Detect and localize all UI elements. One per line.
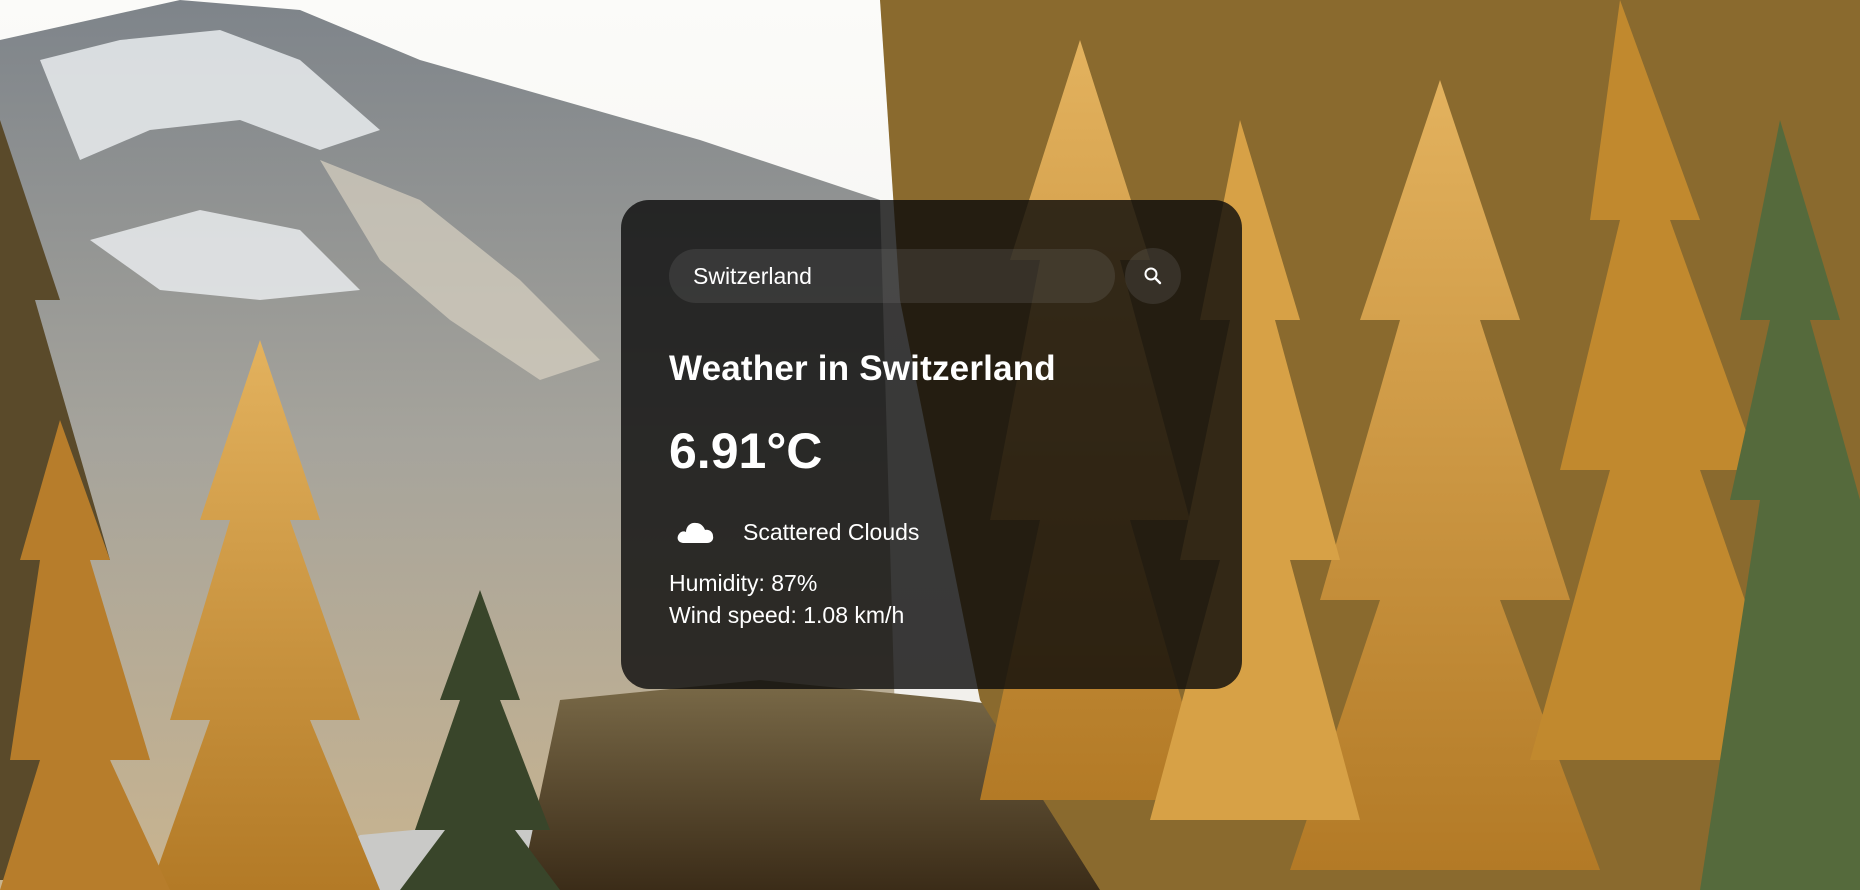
app-window: Weather in Switzerland 6.91°C Scattered … [0, 0, 1860, 890]
cloud-icon [669, 513, 723, 551]
search-bar [669, 248, 1194, 304]
weather-stats: Humidity: 87% Wind speed: 1.08 km/h [669, 567, 1194, 631]
humidity-value: Humidity: 87% [669, 570, 818, 596]
search-input[interactable] [669, 249, 1115, 303]
search-button[interactable] [1125, 248, 1181, 304]
wind-speed-value: Wind speed: 1.08 km/h [669, 602, 905, 628]
location-title: Weather in Switzerland [669, 349, 1056, 388]
weather-card: Weather in Switzerland 6.91°C Scattered … [621, 200, 1242, 689]
weather-description: Scattered Clouds [743, 518, 920, 545]
temperature-value: 6.91°C [669, 423, 823, 479]
weather-description-row: Scattered Clouds [669, 513, 1194, 551]
search-icon [1144, 267, 1162, 285]
